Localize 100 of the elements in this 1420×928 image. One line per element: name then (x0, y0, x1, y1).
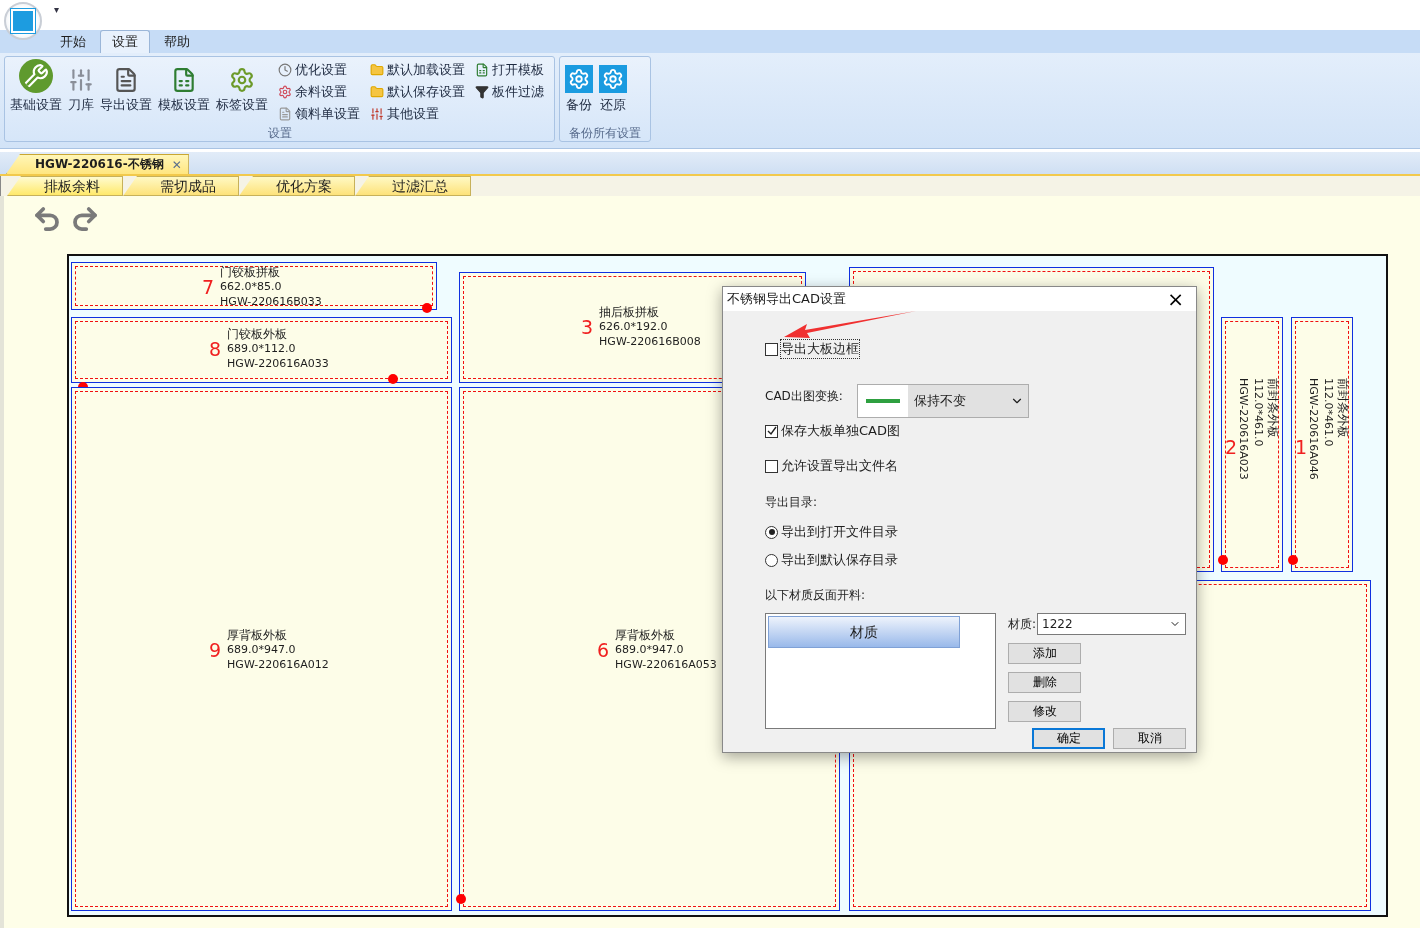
part-size: 626.0*192.0 (599, 319, 669, 334)
spreadsheet-icon (171, 67, 197, 93)
ribbon-button[interactable]: 标签设置 (214, 59, 270, 126)
part-size: 112.0*461.0 (1251, 378, 1266, 449)
part-name: 厚背板外板 (227, 628, 289, 642)
folder-icon (370, 85, 384, 99)
part-number: 3 (581, 316, 594, 338)
part-number: 7 (202, 276, 215, 298)
radio-label: 导出到打开文件目录 (781, 523, 898, 541)
field-label: 材质: (1008, 615, 1037, 633)
part-code: HGW-220616A012 (227, 657, 329, 672)
quick-access-caret[interactable]: ▾ (54, 3, 60, 15)
gear-icon (599, 65, 627, 93)
checkbox-label: 导出大板边框 (781, 340, 859, 358)
radio-label: 导出到默认保存目录 (781, 551, 898, 569)
radio-button[interactable] (765, 553, 778, 567)
line-swatch-icon (865, 399, 900, 403)
part-name: 前封条外板 (1336, 378, 1350, 440)
ribbon-tab[interactable]: 设置 (100, 30, 150, 53)
origin-dot (456, 894, 466, 904)
ribbon-button[interactable]: 基础设置 (8, 59, 64, 126)
part-size: 689.0*947.0 (615, 642, 685, 657)
tab-title: HGW-220616-不锈钢 (35, 156, 164, 173)
ribbon-small-button[interactable]: 余料设置 (276, 81, 362, 103)
ok-button[interactable]: 确定 (1032, 728, 1105, 749)
material-list[interactable]: 材质 (765, 613, 996, 729)
part-code: HGW-220616A023 (1236, 378, 1251, 480)
column-header[interactable]: 材质 (768, 616, 960, 648)
wrench-icon (19, 59, 53, 93)
part-code: HGW-220616A046 (1306, 378, 1321, 480)
cancel-button[interactable]: 取消 (1113, 728, 1186, 749)
ribbon-small-button[interactable]: 板件过滤 (473, 81, 546, 103)
origin-dot (1218, 555, 1228, 565)
part-size: 112.0*461.0 (1321, 378, 1336, 449)
folder-icon (370, 63, 384, 77)
view-tab[interactable]: 过滤汇总 (355, 176, 471, 196)
sliders-icon (370, 107, 384, 121)
part-name: 门铰板拼板 (220, 265, 282, 279)
group-title: 设置 (266, 126, 293, 141)
undo-icon[interactable] (32, 204, 62, 234)
group-title: 备份所有设置 (568, 126, 642, 141)
part-code: HGW-220616A033 (227, 356, 329, 371)
clock-icon (278, 63, 292, 77)
ribbon-button[interactable]: 模板设置 (156, 59, 212, 126)
ribbon-small-button[interactable]: 其他设置 (368, 103, 467, 125)
radio-button[interactable] (765, 525, 778, 539)
view-tab[interactable]: 需切成品 (123, 176, 239, 196)
ribbon-small-button[interactable]: 领料单设置 (276, 103, 362, 125)
ribbon-button[interactable]: 备份 (563, 59, 595, 126)
checkbox[interactable] (765, 342, 778, 356)
section-label: 导出目录: (765, 494, 819, 511)
page-icon (278, 107, 292, 121)
part-code: HGW-220616B033 (220, 294, 322, 309)
view-tab[interactable]: 排板余料 (7, 176, 123, 196)
material-dropdown[interactable]: 1222 (1037, 613, 1186, 635)
part-code: HGW-220616A053 (615, 657, 717, 672)
part-size: 689.0*947.0 (227, 642, 297, 657)
part-number: 9 (209, 639, 222, 661)
ribbon-tab[interactable]: 帮助 (152, 30, 202, 53)
checkbox-label: 允许设置导出文件名 (781, 457, 898, 475)
part-code: HGW-220616B008 (599, 334, 701, 349)
ribbon-small-button[interactable]: 打开模板 (473, 59, 546, 81)
section-label: 以下材质反面开料: (765, 587, 867, 604)
document-tab[interactable]: HGW-220616-不锈钢 ✕ (6, 154, 189, 174)
part-size: 689.0*112.0 (227, 341, 297, 356)
ribbon-small-button[interactable]: 默认加载设置 (368, 59, 467, 81)
part-name: 前封条外板 (1266, 378, 1280, 440)
part-name: 门铰板外板 (227, 327, 289, 341)
origin-dot (422, 303, 432, 313)
dialog-title: 不锈钢导出CAD设置 (727, 290, 846, 308)
part-name: 抽后板拼板 (599, 305, 661, 319)
gear-icon (565, 65, 593, 93)
part-number: 8 (209, 338, 222, 360)
action-button[interactable]: 添加 (1008, 643, 1081, 664)
ribbon-tab[interactable]: 开始 (48, 30, 98, 53)
view-tab[interactable]: 优化方案 (239, 176, 355, 196)
ribbon-button[interactable]: 刀库 (66, 59, 96, 126)
ribbon-button[interactable]: 导出设置 (98, 59, 154, 126)
part-number: 2 (1225, 436, 1238, 458)
close-icon[interactable]: ✕ (171, 157, 182, 172)
spreadsheet-icon (475, 63, 489, 77)
close-button[interactable]: × (1159, 287, 1192, 311)
gear-icon (229, 67, 255, 93)
redo-icon[interactable] (70, 204, 100, 234)
action-button[interactable]: 删除 (1008, 672, 1081, 693)
part-number: 6 (597, 639, 610, 661)
action-button[interactable]: 修改 (1008, 701, 1081, 722)
filter-icon (475, 85, 489, 99)
part-number: 1 (1295, 436, 1308, 458)
checkbox-label: 保存大板单独CAD图 (781, 422, 900, 440)
ribbon-small-button[interactable]: 默认保存设置 (368, 81, 467, 103)
checkbox[interactable] (765, 459, 778, 473)
app-menu-button[interactable] (4, 2, 42, 40)
ribbon-small-button[interactable]: 优化设置 (276, 59, 362, 81)
ribbon-button[interactable]: 还原 (597, 59, 629, 126)
transform-dropdown[interactable]: 保持不变 (856, 384, 1029, 418)
part-name: 厚背板外板 (615, 628, 677, 642)
field-label: CAD出图变换: (765, 388, 843, 405)
origin-dot (388, 374, 398, 384)
checkbox[interactable] (765, 424, 778, 438)
